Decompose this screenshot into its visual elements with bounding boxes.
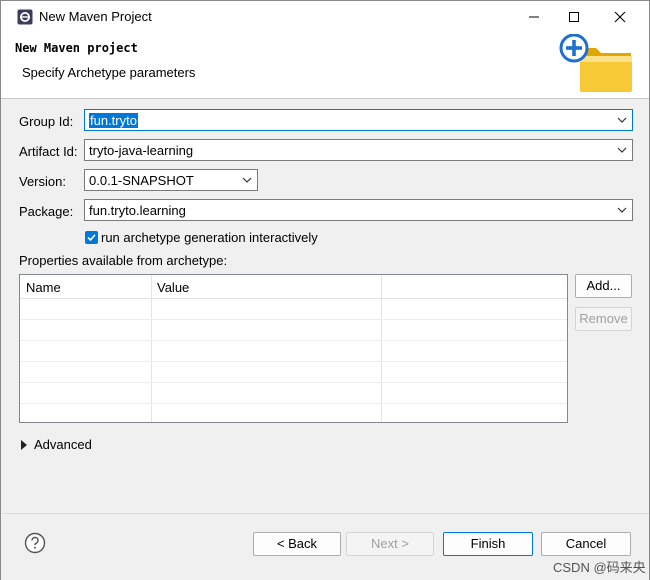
expand-arrow-icon[interactable]	[20, 440, 28, 450]
eclipse-icon	[17, 9, 33, 25]
maximize-icon	[569, 11, 579, 22]
title-bar: New Maven Project	[1, 1, 649, 32]
table-row	[20, 319, 567, 320]
advanced-toggle[interactable]: Advanced	[34, 437, 92, 452]
back-button[interactable]: < Back	[253, 532, 341, 556]
version-combo[interactable]: 0.0.1-SNAPSHOT	[84, 169, 258, 191]
column-header-value[interactable]: Value	[151, 275, 381, 298]
checkmark-icon	[87, 234, 96, 242]
column-header-name[interactable]: Name	[20, 275, 151, 298]
chevron-down-icon[interactable]	[616, 114, 628, 126]
maximize-button[interactable]	[551, 1, 597, 32]
close-button[interactable]	[597, 1, 643, 32]
properties-label: Properties available from archetype:	[19, 253, 228, 268]
chevron-down-icon[interactable]	[616, 204, 628, 216]
artifact-id-value[interactable]: tryto-java-learning	[89, 143, 193, 158]
group-id-label: Group Id:	[19, 114, 74, 129]
wizard-banner: New Maven project Specify Archetype para…	[1, 32, 649, 99]
next-button[interactable]: Next >	[346, 532, 434, 556]
header-divider	[20, 298, 567, 299]
group-id-combo[interactable]: fun.tryto	[84, 109, 633, 131]
chevron-down-icon[interactable]	[241, 174, 253, 186]
interactive-checkbox-label[interactable]: run archetype generation interactively	[101, 230, 318, 245]
dialog-window: New Maven Project New Maven project Spec…	[0, 0, 650, 580]
package-label: Package:	[19, 204, 74, 219]
table-row	[20, 340, 567, 341]
properties-table[interactable]: Name Value	[19, 274, 568, 423]
close-icon	[614, 11, 626, 22]
package-value[interactable]: fun.tryto.learning	[89, 203, 186, 218]
table-row	[20, 382, 567, 383]
watermark-text: CSDN @码来央	[553, 560, 646, 575]
remove-button[interactable]: Remove	[575, 307, 632, 331]
table-row	[20, 403, 567, 404]
artifact-id-combo[interactable]: tryto-java-learning	[84, 139, 633, 161]
group-id-value[interactable]: fun.tryto	[89, 113, 138, 128]
banner-subtitle: Specify Archetype parameters	[22, 65, 196, 80]
cancel-button[interactable]: Cancel	[541, 532, 631, 556]
minimize-icon	[529, 16, 539, 17]
new-folder-icon	[559, 34, 632, 92]
banner-title: New Maven project	[15, 41, 138, 55]
package-combo[interactable]: fun.tryto.learning	[84, 199, 633, 221]
chevron-down-icon[interactable]	[616, 144, 628, 156]
version-value[interactable]: 0.0.1-SNAPSHOT	[89, 173, 194, 188]
window-title: New Maven Project	[39, 9, 152, 24]
interactive-checkbox[interactable]	[85, 231, 98, 244]
table-row	[20, 361, 567, 362]
finish-button[interactable]: Finish	[443, 532, 533, 556]
add-button[interactable]: Add...	[575, 274, 632, 298]
version-label: Version:	[19, 174, 66, 189]
help-icon[interactable]	[24, 532, 46, 554]
artifact-id-label: Artifact Id:	[19, 144, 78, 159]
